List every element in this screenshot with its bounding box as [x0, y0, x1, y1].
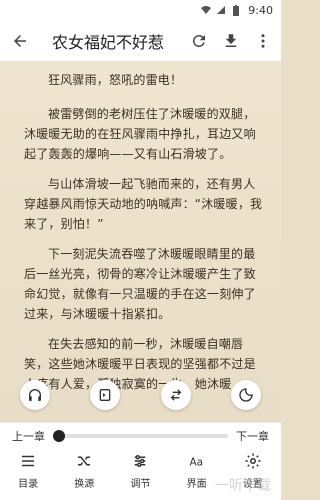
wifi-icon [200, 5, 212, 15]
headphones-icon[interactable] [20, 380, 51, 410]
status-bar: 9:40 [0, 0, 281, 20]
replace-icon[interactable] [160, 380, 191, 410]
book-title: 农女福妃不好惹 [52, 32, 165, 52]
menu-item-source[interactable]: 换源 [56, 451, 112, 490]
download-icon[interactable] [221, 31, 241, 51]
app-bar-actions [189, 31, 273, 51]
app-bar: 农女福妃不好惹 [0, 20, 281, 62]
font-icon: Aa [187, 451, 207, 471]
paragraph-3: 与山体滑坡一起飞驰而来的，还有男人穿越暴风雨惊天动地的呐喊声：“沐暖暖，我来了，… [24, 177, 263, 231]
quick-actions [0, 375, 281, 415]
refresh-icon[interactable] [189, 31, 209, 51]
status-time: 9:40 [248, 3, 273, 17]
next-chapter-button[interactable]: 下一章 [236, 428, 269, 444]
svg-text:Aa: Aa [189, 457, 203, 469]
settings-icon [243, 451, 263, 471]
list-icon [18, 451, 38, 471]
menu-label-catalog: 目录 [18, 479, 39, 490]
shuffle-icon [74, 451, 94, 471]
adjust-icon [130, 451, 150, 471]
menu-label-source: 换源 [74, 479, 95, 490]
reader-controls: 上一章 下一章 目录 换源 调节 Aa 界面 设置 一听下载 [0, 422, 281, 500]
reader-content[interactable]: 狂风骤雨，怒吼的雷电！ 被雷劈倒的老树压住了沐暖暖的双腿，沐暖暖无助的在狂风骤雨… [0, 62, 281, 422]
watermark: 一听下载 [215, 478, 271, 494]
paragraph-4: 下一刻泥失流吞噬了沐暖暖眼睛里的最后一丝光亮，彻骨的寒冷让沐暖暖产生了致命幻觉，… [24, 247, 256, 321]
menu-item-adjust[interactable]: 调节 [112, 451, 168, 490]
chapter-row: 上一章 下一章 [0, 423, 281, 449]
prev-chapter-button[interactable]: 上一章 [12, 428, 45, 444]
paragraph-1: 狂风骤雨，怒吼的雷电！ [48, 73, 183, 87]
menu-item-catalog[interactable]: 目录 [0, 451, 56, 490]
chapter-progress-slider[interactable] [53, 430, 228, 442]
menu-label-interface: 界面 [186, 479, 207, 490]
night-mode-icon[interactable] [230, 380, 261, 410]
signal-icon [216, 5, 228, 15]
slider-thumb[interactable] [53, 430, 65, 442]
auto-page-icon[interactable] [90, 380, 121, 410]
battery-icon [232, 5, 244, 16]
paragraph-2: 被雷劈倒的老树压住了沐暖暖的双腿，沐暖暖无助的在狂风骤雨中挣扎，耳边又响起了轰轰… [24, 107, 256, 161]
more-vert-icon[interactable] [253, 31, 273, 51]
back-button[interactable] [8, 29, 32, 53]
menu-label-adjust: 调节 [130, 479, 151, 490]
